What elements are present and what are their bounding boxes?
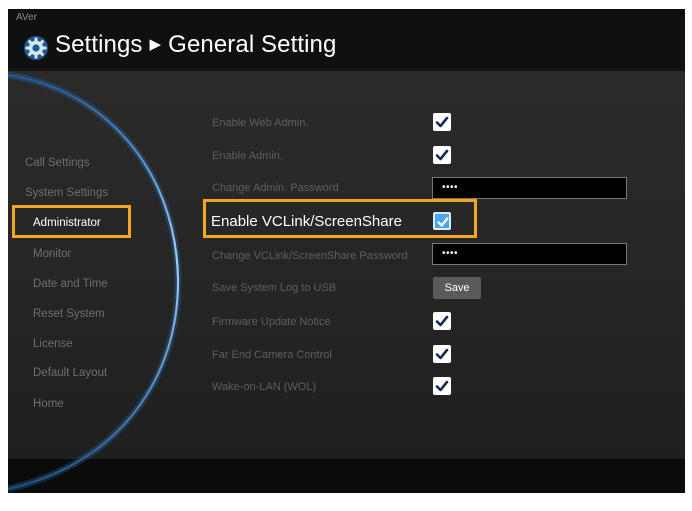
sidebar-item-system-settings[interactable]: System Settings bbox=[25, 187, 108, 199]
gear-icon bbox=[24, 36, 48, 60]
check-icon bbox=[435, 149, 449, 161]
breadcrumb-settings: Settings bbox=[55, 31, 143, 58]
far-end-camera-checkbox[interactable] bbox=[433, 345, 451, 363]
wake-on-lan-label: Wake-on-LAN (WOL) bbox=[212, 381, 317, 393]
enable-admin-label: Enable Admin. bbox=[212, 150, 283, 162]
header-bar: AVer Settings ▶ General Setting bbox=[8, 9, 685, 69]
admin-password-input[interactable]: •••• bbox=[432, 177, 627, 199]
enable-web-admin-label: Enable Web Admin. bbox=[212, 117, 309, 129]
enable-web-admin-checkbox[interactable] bbox=[433, 113, 451, 131]
enable-admin-checkbox[interactable] bbox=[433, 146, 451, 164]
sidebar-item-reset-system[interactable]: Reset System bbox=[33, 308, 105, 320]
check-icon bbox=[435, 315, 449, 327]
bottom-bar bbox=[8, 459, 685, 493]
check-icon bbox=[435, 380, 449, 392]
settings-panel bbox=[8, 71, 685, 459]
page-title: Settings ▶ General Setting bbox=[55, 31, 336, 59]
firmware-notice-label: Firmware Update Notice bbox=[212, 316, 331, 328]
save-log-label: Save System Log to USB bbox=[212, 282, 337, 294]
vclink-password-input[interactable]: •••• bbox=[432, 243, 627, 265]
check-icon bbox=[435, 348, 449, 360]
far-end-camera-label: Far End Camera Control bbox=[212, 349, 332, 361]
change-admin-password-label: Change Admin. Password bbox=[212, 182, 339, 194]
breadcrumb-general-setting: General Setting bbox=[168, 31, 337, 58]
sidebar-item-date-and-time[interactable]: Date and Time bbox=[33, 278, 108, 290]
sidebar-item-home[interactable]: Home bbox=[33, 398, 64, 410]
firmware-notice-checkbox[interactable] bbox=[433, 312, 451, 330]
sidebar-item-license[interactable]: License bbox=[33, 338, 73, 350]
sidebar-item-monitor[interactable]: Monitor bbox=[33, 248, 71, 260]
change-vclink-password-label: Change VCLink/ScreenShare Password bbox=[212, 250, 408, 262]
sidebar-item-default-layout[interactable]: Default Layout bbox=[33, 367, 107, 379]
save-log-button[interactable]: Save bbox=[433, 277, 481, 299]
check-icon bbox=[435, 116, 449, 128]
sidebar-item-call-settings[interactable]: Call Settings bbox=[25, 157, 90, 169]
administrator-highlight bbox=[12, 205, 131, 238]
wake-on-lan-checkbox[interactable] bbox=[433, 377, 451, 395]
brand-logo: AVer bbox=[16, 12, 37, 23]
vclink-highlight bbox=[203, 199, 477, 238]
breadcrumb-arrow-icon: ▶ bbox=[149, 36, 162, 53]
